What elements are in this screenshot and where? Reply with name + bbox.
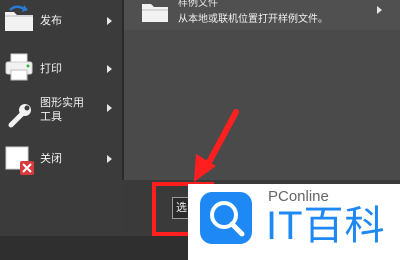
- row-title: 样例文件: [178, 0, 218, 9]
- sidebar-item-label: 发布: [40, 14, 62, 27]
- row-description: 从本地或联机位置打开样例文件。: [178, 14, 328, 25]
- chevron-right-icon: [107, 155, 112, 163]
- publish-folder-icon: [2, 2, 36, 36]
- sidebar-item-print[interactable]: 打印: [0, 46, 122, 96]
- chevron-right-icon: [107, 104, 112, 112]
- folder-icon: [140, 0, 170, 24]
- sidebar-item-close[interactable]: 关闭: [0, 140, 122, 182]
- sidebar-item-label: 打印: [40, 62, 62, 75]
- sidebar-item-label: 图形实用 工具: [40, 96, 84, 123]
- magnifier-logo-icon: [200, 192, 252, 244]
- sidebar-menu: 发布 打印 图形实用 工具 关闭: [0, 0, 124, 236]
- red-arrow-icon: [194, 109, 239, 182]
- close-document-icon: [2, 143, 36, 177]
- sidebar-item-publish[interactable]: 发布: [0, 0, 122, 50]
- open-sample-files-row[interactable]: 样例文件 从本地或联机位置打开样例文件。: [124, 0, 400, 30]
- watermark-brand: PConline: [268, 188, 329, 205]
- chevron-right-icon: [377, 6, 382, 14]
- content-panel: 样例文件 从本地或联机位置打开样例文件。: [124, 0, 400, 180]
- sidebar-item-graphics-utilities[interactable]: 图形实用 工具: [0, 92, 122, 138]
- watermark-text: IT百科: [266, 204, 386, 248]
- chevron-right-icon: [107, 65, 112, 73]
- printer-icon: [2, 50, 36, 84]
- application-window: 发布 打印 图形实用 工具 关闭 样例文件 从本地或联机位置打开样例文件。 选 …: [0, 0, 400, 260]
- sidebar-item-label: 关闭: [40, 152, 62, 165]
- wrench-icon: [2, 98, 36, 132]
- chevron-right-icon: [107, 17, 112, 25]
